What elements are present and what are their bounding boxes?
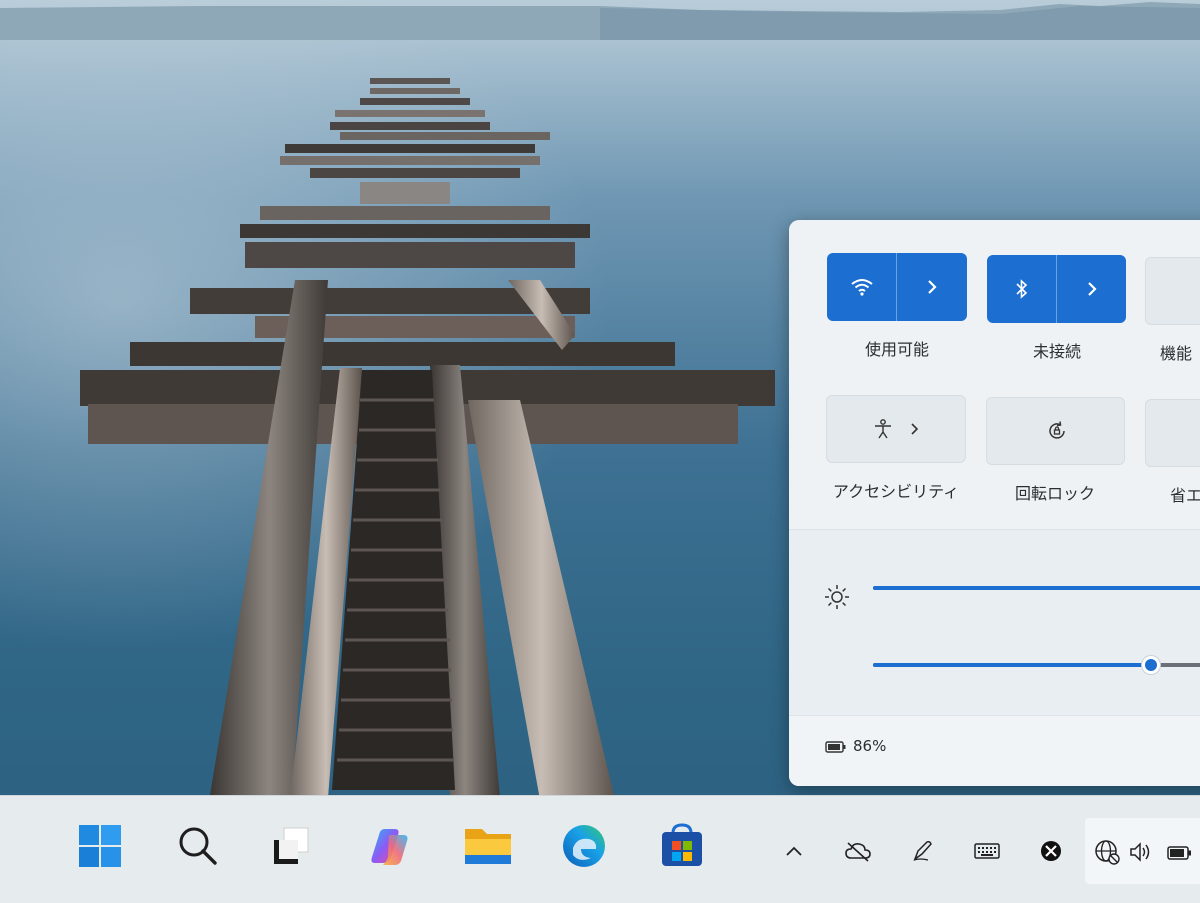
wifi-tile-label: 使用可能	[864, 340, 929, 359]
chevron-right-icon	[911, 423, 919, 435]
third-tile-label: 機能	[1160, 344, 1193, 363]
bluetooth-expand-button[interactable]	[1057, 255, 1126, 323]
search-icon	[179, 827, 217, 865]
chevron-right-icon	[1087, 282, 1097, 296]
touch-keyboard-button[interactable]	[972, 836, 1002, 866]
energy-saver-tile[interactable]	[1145, 399, 1200, 467]
accessibility-tile[interactable]	[826, 395, 966, 463]
accessibility-tile-label: アクセシビリティ	[832, 482, 960, 501]
rotation-lock-tile[interactable]	[986, 397, 1125, 465]
search-button[interactable]	[170, 818, 226, 874]
brightness-slider-fill	[873, 586, 1200, 590]
task-view-button[interactable]	[262, 818, 318, 874]
windows-logo-icon	[79, 825, 121, 867]
wifi-expand-button[interactable]	[897, 253, 967, 321]
sixth-tile-label: 省エ	[1170, 486, 1200, 505]
bluetooth-toggle[interactable]	[987, 255, 1056, 323]
file-explorer-button[interactable]	[460, 818, 516, 874]
battery-row[interactable]: 86%	[789, 716, 1200, 786]
keyboard-icon	[974, 843, 1000, 859]
slider-section	[789, 530, 1200, 715]
brightness-icon	[825, 585, 849, 609]
xbox-icon	[1041, 841, 1061, 861]
volume-slider-fill	[873, 663, 1151, 667]
pen-tray-button[interactable]	[908, 836, 938, 866]
store-button[interactable]	[654, 818, 710, 874]
battery-icon	[825, 741, 846, 753]
rotation-lock-tile-label: 回転ロック	[1014, 484, 1095, 503]
wallpaper-mountains	[0, 2, 1200, 40]
task-view-icon	[274, 827, 309, 864]
show-hidden-icons-button[interactable]	[779, 836, 809, 866]
xbox-tray-button[interactable]	[1036, 836, 1066, 866]
battery-percentage: 86%	[853, 737, 887, 755]
edge-button[interactable]	[556, 818, 612, 874]
taskbar	[0, 795, 1200, 903]
wifi-toggle[interactable]	[827, 253, 896, 321]
chevron-up-icon	[786, 846, 802, 856]
bluetooth-tile[interactable]	[987, 255, 1126, 323]
quick-settings-panel: 使用可能 未接続 機能 アクセシビリティ 回転ロック 省エ 86%	[789, 220, 1200, 786]
bluetooth-icon	[1015, 279, 1027, 299]
wallpaper-pier	[80, 78, 775, 800]
volume-slider-thumb[interactable]	[1141, 656, 1160, 674]
wifi-tile[interactable]	[827, 253, 967, 321]
edge-icon	[563, 825, 605, 867]
start-button[interactable]	[72, 818, 128, 874]
onedrive-tray-button[interactable]	[843, 836, 873, 866]
rotation-lock-icon	[1048, 421, 1065, 439]
wifi-icon	[850, 279, 873, 296]
speaker-icon	[1130, 842, 1150, 862]
network-volume-battery-group[interactable]	[1085, 818, 1200, 884]
battery-tray-icon	[1167, 846, 1191, 860]
folder-icon	[465, 829, 511, 864]
network-icon	[1095, 840, 1120, 865]
airplane-tile[interactable]	[1145, 257, 1200, 325]
accessibility-content	[827, 396, 967, 462]
rotation-lock-content	[987, 398, 1126, 464]
chevron-right-icon	[928, 280, 937, 294]
desktop: 使用可能 未接続 機能 アクセシビリティ 回転ロック 省エ 86%	[0, 0, 1200, 903]
pen-icon	[913, 841, 932, 862]
brightness-slider-track[interactable]	[873, 586, 1200, 590]
store-icon	[662, 823, 702, 866]
bluetooth-tile-label: 未接続	[1032, 342, 1081, 361]
onedrive-offline-icon	[845, 842, 871, 862]
copilot-icon	[371, 829, 408, 865]
accessibility-icon	[875, 419, 891, 439]
copilot-button[interactable]	[362, 818, 418, 874]
